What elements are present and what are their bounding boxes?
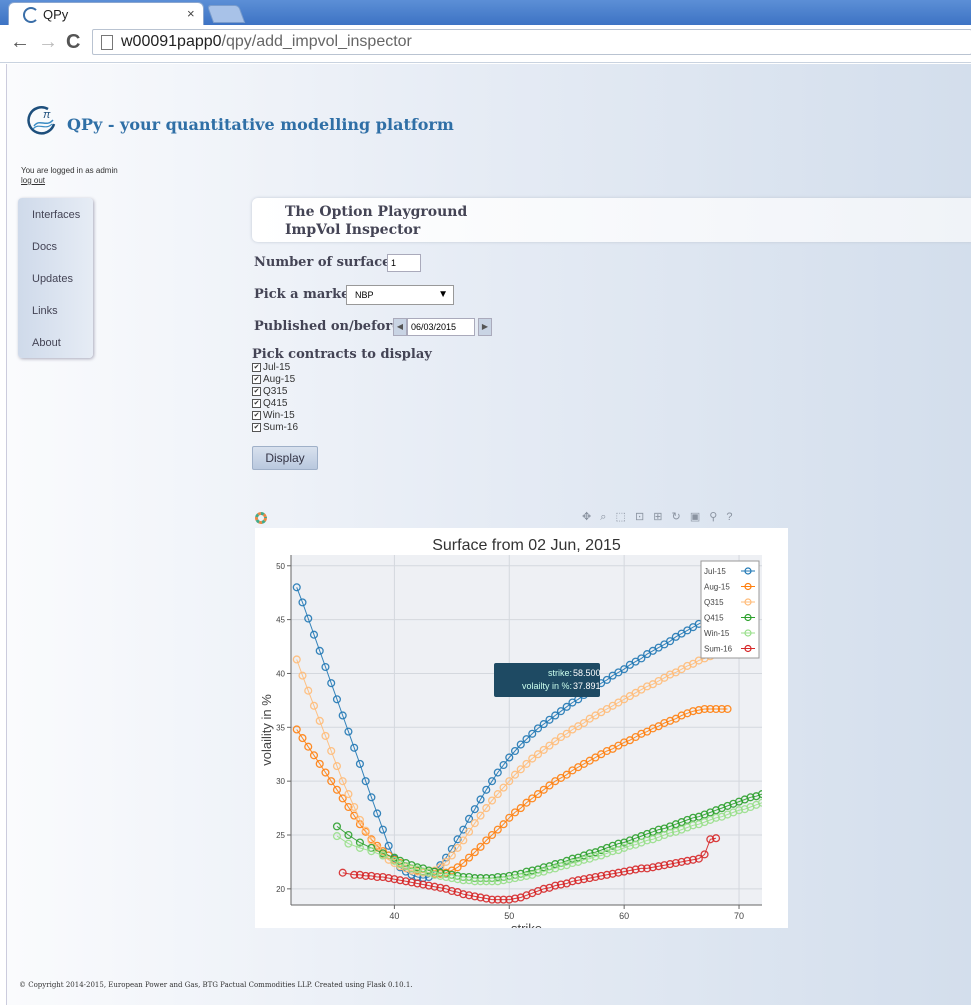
checkbox-checked[interactable]: ✔ [252,362,261,372]
hover-tool-icon[interactable]: ⚲ [709,511,717,523]
x-tick-label: 40 [389,911,399,921]
surfaces-input[interactable]: 1 [387,254,421,272]
checkbox-checked[interactable]: ✔ [252,398,261,408]
display-button[interactable]: Display [252,446,318,470]
y-tick-label: 25 [276,831,285,840]
sidebar-item-about[interactable]: About [32,337,61,349]
contracts-label: Pick contracts to display [252,347,432,362]
y-tick-label: 35 [276,723,285,732]
market-selected-value: NBP [355,290,374,300]
x-tick-label: 50 [504,911,514,921]
checkbox-checked[interactable]: ✔ [252,422,261,432]
box-select-tool-icon[interactable]: ⬚ [616,511,626,523]
header-subtitle: ImpVol Inspector [285,222,421,238]
contract-aug15[interactable]: ✔ Aug-15 [252,374,295,385]
page-icon [101,35,113,50]
legend-label: Win-15 [704,629,730,638]
checkbox-checked[interactable]: ✔ [252,386,261,396]
browser-titlebar: QPy × [0,0,971,25]
qpy-logo-icon: π [27,106,56,135]
y-axis-label: volaility in % [259,694,274,766]
site-title: QPy - your quantitative modelling platfo… [67,115,454,134]
plot-area [291,555,762,905]
pan-tool-icon[interactable]: ✥ [582,511,591,523]
reset-tool-icon[interactable]: ↻ [672,511,681,523]
y-tick-label: 20 [276,885,285,894]
prev-date-button[interactable]: ◀ [393,318,407,336]
contract-q315[interactable]: ✔ Q315 [252,386,287,397]
bokeh-logo-icon[interactable] [255,512,267,524]
back-arrow-icon[interactable]: ← [10,31,30,54]
new-tab-button[interactable] [206,5,246,23]
y-tick-label: 40 [276,669,285,678]
x-tick-label: 60 [619,911,629,921]
contract-q415[interactable]: ✔ Q415 [252,398,287,409]
contract-label: Q415 [263,398,288,409]
checkbox-checked[interactable]: ✔ [252,374,261,384]
x-axis-label: strike [511,921,542,928]
close-tab-icon[interactable]: × [187,6,195,21]
reload-icon[interactable]: C [66,31,80,54]
legend-label: Jul-15 [704,567,726,576]
header-title: The Option Playground [285,204,468,220]
contract-win15[interactable]: ✔ Win-15 [252,410,295,421]
dropdown-arrow-icon: ▼ [438,289,448,300]
chart-title: Surface from 02 Jun, 2015 [432,537,621,554]
y-tick-label: 30 [276,777,285,786]
checkbox-checked[interactable]: ✔ [252,410,261,420]
wheel-zoom-tool-icon[interactable]: ⌕ [600,511,606,523]
contract-label: Aug-15 [263,374,296,385]
footer-copyright: © Copyright 2014-2015, European Power an… [19,981,413,989]
sidebar-item-interfaces[interactable]: Interfaces [32,209,80,221]
browser-tab[interactable]: QPy × [8,2,204,25]
next-date-button[interactable]: ▶ [478,318,492,336]
sidebar-item-docs[interactable]: Docs [32,241,57,253]
x-tick-label: 70 [734,911,744,921]
contract-jul15[interactable]: ✔ Jul-15 [252,362,290,373]
tab-title: QPy [43,7,69,22]
surfaces-label: Number of surfaces [254,255,398,270]
y-tick-label: 50 [276,562,285,571]
contract-label: Sum-16 [263,422,299,433]
tooltip-strike-label: strike: [548,668,572,678]
sidebar-nav: Interfaces Docs Updates Links About [18,198,93,358]
legend-label: Q315 [704,598,724,607]
sidebar-item-updates[interactable]: Updates [32,273,73,285]
date-input[interactable]: 06/03/2015 [407,318,475,336]
qpy-tab-icon [23,7,39,23]
contract-sum16[interactable]: ✔ Sum-16 [252,422,298,433]
tooltip-vol-value: 37.891 [573,681,601,691]
svg-text:π: π [43,109,51,121]
save-tool-icon[interactable]: ▣ [690,511,700,523]
browser-toolbar: ← → C w00091papp0/qpy/add_impvol_inspect… [0,25,971,63]
contract-label: Q315 [263,386,288,397]
legend-label: Q415 [704,614,724,623]
y-tick-label: 45 [276,616,285,625]
login-status: You are logged in as admin [21,166,118,175]
tooltip-vol-label: volailty in %: [522,681,572,691]
forward-arrow-icon[interactable]: → [38,31,58,54]
legend-label: Sum-16 [704,645,733,654]
box-zoom-tool-icon[interactable]: ⊡ [635,511,644,523]
page-header: The Option Playground ImpVol Inspector [252,198,971,242]
legend-label: Aug-15 [704,583,730,592]
plot-toolbar: ✥ ⌕ ⬚ ⊡ ⊞ ↻ ▣ ⚲ ? [582,510,739,524]
impvol-chart[interactable]: 40 50 60 70 20 25 30 35 40 45 50 Surface from 02 Ju… [255,528,788,936]
contract-label: Jul-15 [263,362,291,373]
logout-link[interactable]: log out [21,176,45,185]
page-content: π QPy - your quantitative modelling plat… [6,64,971,1005]
tooltip-strike-value: 58.500 [573,668,601,678]
resize-tool-icon[interactable]: ⊞ [653,511,662,523]
contract-label: Win-15 [263,410,295,421]
help-tool-icon[interactable]: ? [726,511,732,523]
address-bar[interactable]: w00091papp0/qpy/add_impvol_inspector [92,29,971,55]
url-path: /qpy/add_impvol_inspector [221,33,412,50]
market-select[interactable]: NBP ▼ [346,285,454,305]
published-label: Published on/before [254,319,401,334]
market-label: Pick a market [254,287,356,302]
chart-svg: 40 50 60 70 20 25 30 35 40 45 50 Surface from 02 Ju… [259,537,762,936]
url-host: w00091papp0 [121,33,222,50]
sidebar-item-links[interactable]: Links [32,305,58,317]
